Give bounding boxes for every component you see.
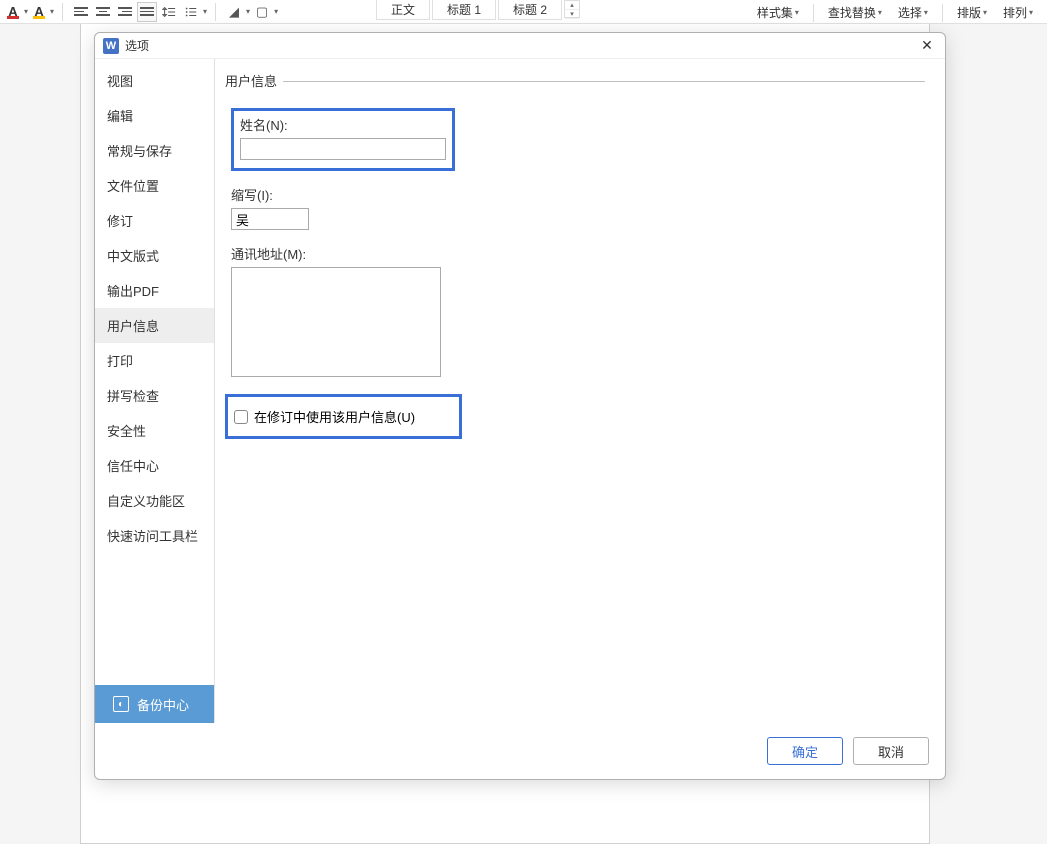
arrange-button[interactable]: 排列▾	[997, 2, 1039, 23]
chevron-down-icon[interactable]: ▾	[246, 7, 250, 16]
sidebar-item-output-pdf[interactable]: 输出PDF	[95, 273, 214, 308]
select-button[interactable]: 选择▾	[892, 2, 934, 23]
sidebar-item-user-info[interactable]: 用户信息	[95, 308, 214, 343]
style-set-label: 样式集	[757, 4, 793, 21]
dialog-footer: 确定 取消	[95, 723, 945, 779]
section-header: 用户信息	[225, 71, 925, 90]
align-left-button[interactable]	[71, 2, 91, 22]
line-spacing-button[interactable]	[159, 2, 179, 22]
align-right-button[interactable]	[115, 2, 135, 22]
cancel-button[interactable]: 取消	[853, 737, 929, 765]
style-heading2[interactable]: 标题 2	[498, 0, 562, 20]
font-color-icon[interactable]: A	[4, 3, 22, 21]
close-button[interactable]: ✕	[917, 36, 937, 56]
dialog-titlebar: W 选项 ✕	[95, 33, 945, 59]
style-heading1[interactable]: 标题 1	[432, 0, 496, 20]
chevron-down-icon[interactable]: ▾	[50, 7, 54, 16]
style-set-button[interactable]: 样式集▾	[751, 2, 805, 23]
address-label: 通讯地址(M):	[231, 244, 925, 263]
use-in-revision-highlight: 在修订中使用该用户信息(U)	[225, 394, 462, 439]
find-replace-label: 查找替换	[828, 4, 876, 21]
backup-icon: ◐	[113, 696, 129, 712]
bullet-list-button[interactable]	[181, 2, 201, 22]
sidebar-item-chinese-layout[interactable]: 中文版式	[95, 238, 214, 273]
sidebar-item-customize-ribbon[interactable]: 自定义功能区	[95, 483, 214, 518]
select-label: 选择	[898, 4, 922, 21]
paint-bucket-icon[interactable]: ◢	[224, 2, 244, 22]
sidebar-item-file-locations[interactable]: 文件位置	[95, 168, 214, 203]
initials-input[interactable]	[231, 208, 309, 230]
separator	[62, 3, 63, 21]
find-replace-button[interactable]: 查找替换▾	[822, 2, 888, 23]
style-gallery: 正文 标题 1 标题 2 ▴▾	[376, 0, 580, 18]
options-dialog: W 选项 ✕ 视图 编辑 常规与保存 文件位置 修订 中文版式 输出PDF 用户…	[94, 32, 946, 780]
ribbon-toolbar: A ▾ A ▾ ▾ ◢ ▾ ▢ ▾ 正文 标题 1 标题 2 ▴▾ 样式集▾ 查…	[0, 0, 1047, 24]
name-label: 姓名(N):	[240, 115, 446, 134]
dialog-body: 视图 编辑 常规与保存 文件位置 修订 中文版式 输出PDF 用户信息 打印 拼…	[95, 59, 945, 723]
align-justify-button[interactable]	[137, 2, 157, 22]
name-field-highlight: 姓名(N):	[231, 108, 455, 171]
sidebar-item-trust-center[interactable]: 信任中心	[95, 448, 214, 483]
layout-button[interactable]: 排版▾	[951, 2, 993, 23]
chevron-down-icon[interactable]: ▾	[274, 7, 278, 16]
content-panel: 用户信息 姓名(N): 缩写(I): 通讯地址(M):	[215, 59, 945, 723]
dialog-title: 选项	[125, 37, 917, 54]
sidebar-item-print[interactable]: 打印	[95, 343, 214, 378]
separator	[215, 3, 216, 21]
style-normal[interactable]: 正文	[376, 0, 430, 20]
sidebar-item-quick-access[interactable]: 快速访问工具栏	[95, 518, 214, 553]
chevron-down-icon[interactable]: ▾	[203, 7, 207, 16]
separator	[942, 4, 943, 22]
arrange-label: 排列	[1003, 4, 1027, 21]
name-input[interactable]	[240, 138, 446, 160]
align-center-button[interactable]	[93, 2, 113, 22]
sidebar-item-view[interactable]: 视图	[95, 63, 214, 98]
address-input[interactable]	[231, 267, 441, 377]
backup-center-button[interactable]: ◐ 备份中心	[95, 685, 214, 723]
app-icon: W	[103, 38, 119, 54]
use-in-revision-checkbox[interactable]	[234, 410, 248, 424]
style-gallery-nav[interactable]: ▴▾	[564, 0, 580, 18]
sidebar-item-security[interactable]: 安全性	[95, 413, 214, 448]
sidebar-item-edit[interactable]: 编辑	[95, 98, 214, 133]
initials-label: 缩写(I):	[231, 185, 925, 204]
backup-center-label: 备份中心	[137, 695, 189, 714]
borders-icon[interactable]: ▢	[252, 2, 272, 22]
options-sidebar: 视图 编辑 常规与保存 文件位置 修订 中文版式 输出PDF 用户信息 打印 拼…	[95, 59, 215, 723]
sidebar-list: 视图 编辑 常规与保存 文件位置 修订 中文版式 输出PDF 用户信息 打印 拼…	[95, 59, 214, 685]
ok-button[interactable]: 确定	[767, 737, 843, 765]
use-in-revision-label: 在修订中使用该用户信息(U)	[254, 407, 415, 426]
sidebar-item-general-save[interactable]: 常规与保存	[95, 133, 214, 168]
layout-label: 排版	[957, 4, 981, 21]
sidebar-item-spell-check[interactable]: 拼写检查	[95, 378, 214, 413]
sidebar-item-track-changes[interactable]: 修订	[95, 203, 214, 238]
highlight-color-icon[interactable]: A	[30, 3, 48, 21]
chevron-down-icon[interactable]: ▾	[24, 7, 28, 16]
section-title: 用户信息	[225, 74, 283, 89]
separator	[813, 4, 814, 22]
